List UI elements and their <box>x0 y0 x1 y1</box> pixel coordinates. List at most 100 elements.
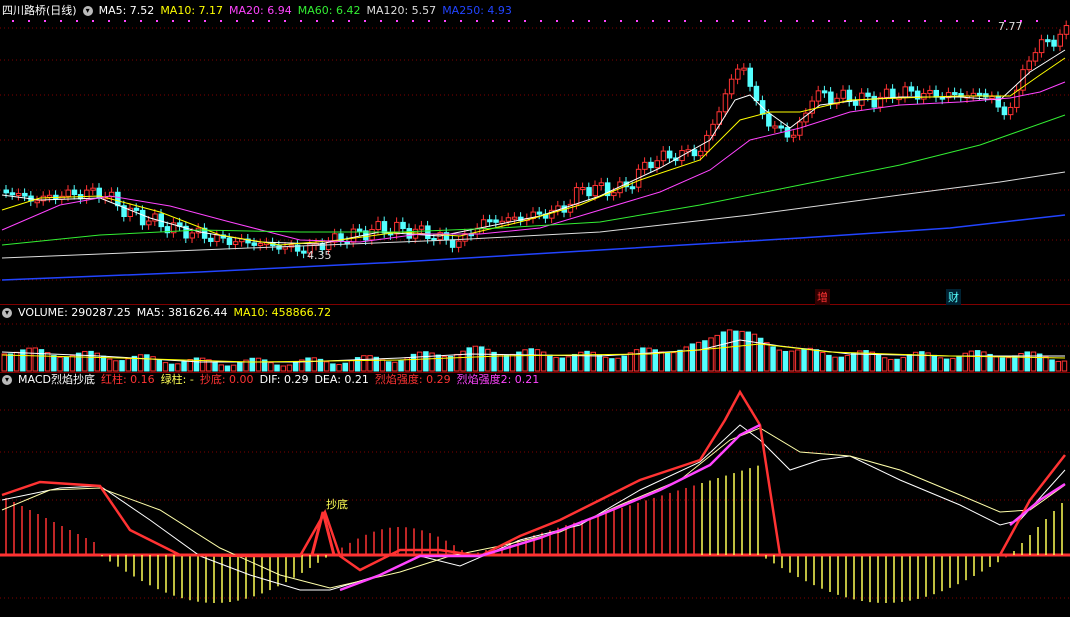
dropdown-icon[interactable]: ▾ <box>82 6 93 16</box>
volume-bar <box>1036 353 1043 372</box>
ma60-label: MA60: 6.42 <box>297 4 361 17</box>
signal-dot <box>892 20 894 22</box>
candle-body <box>46 194 53 198</box>
volume-bar <box>106 358 113 372</box>
candle-body <box>356 228 363 232</box>
signal-dot <box>764 20 766 22</box>
signal-dot <box>428 20 430 22</box>
stock-title[interactable]: 四川路桥(日线) <box>2 4 77 17</box>
volume-bar <box>113 360 119 372</box>
signal-dot <box>844 20 846 22</box>
event-marker-finance[interactable]: 财 <box>946 289 961 305</box>
volume-bar <box>788 350 795 372</box>
signal-dot <box>540 20 542 22</box>
signal-dot <box>124 20 126 22</box>
volume-bar <box>255 357 262 372</box>
candle-body <box>400 221 406 230</box>
candle-body <box>778 125 784 129</box>
volume-bar <box>398 360 404 372</box>
signal-dot <box>444 20 446 22</box>
macd-dif-label: DIF: 0.29 <box>259 373 309 386</box>
candle-body <box>821 90 828 94</box>
buy-signal-spike <box>310 511 336 556</box>
volume-bar <box>224 365 231 372</box>
ma120-label: MA120: 5.57 <box>366 4 437 17</box>
volume-bar <box>633 349 640 372</box>
dropdown-icon[interactable]: ▾ <box>2 375 12 385</box>
candle-body <box>952 92 958 96</box>
volume-bar <box>974 350 981 372</box>
candle-body <box>375 221 381 231</box>
volume-bar <box>392 361 398 372</box>
candle-body <box>257 243 264 247</box>
volume-bar <box>745 331 751 372</box>
dropdown-icon[interactable]: ▾ <box>2 308 12 318</box>
volume-bar <box>751 333 758 372</box>
signal-dot <box>140 20 142 22</box>
candle-body <box>890 88 896 99</box>
signal-dot <box>940 20 942 22</box>
volume-bar <box>937 357 944 372</box>
volume-bar <box>993 356 999 372</box>
volume-bar <box>900 356 906 372</box>
volume-bar <box>230 364 237 372</box>
volume-bar <box>826 354 832 372</box>
volume-bar <box>342 362 348 372</box>
signal-dot <box>828 20 830 22</box>
signal-dot <box>92 20 94 22</box>
candle-body <box>1045 39 1051 43</box>
signal-dot <box>924 20 926 22</box>
pane-separator <box>0 304 1070 305</box>
volume-bar <box>950 357 956 372</box>
signal-dot <box>876 20 878 22</box>
volume-bar <box>640 347 646 372</box>
high-price-label: 7.77 <box>998 20 1023 33</box>
candle-body <box>629 186 636 190</box>
volume-bar <box>485 348 491 372</box>
signal-dot <box>812 20 814 22</box>
flame-strength-label: 烈焰强度: 0.29 <box>374 373 451 386</box>
signal-dot <box>620 20 622 22</box>
volume-bar <box>602 356 609 372</box>
signal-dot <box>588 20 590 22</box>
ma10-label: MA10: 7.17 <box>160 4 224 17</box>
volume-bar <box>931 354 937 372</box>
volume-bar <box>819 351 826 372</box>
candle-body <box>536 211 543 215</box>
signal-dot <box>732 20 734 22</box>
volume-bar <box>708 337 714 372</box>
volume-bar <box>1030 351 1037 372</box>
volume-bar <box>807 347 813 372</box>
volume-bar <box>1049 359 1055 372</box>
candle-body <box>505 217 512 222</box>
event-marker-increase[interactable]: 增 <box>815 289 830 305</box>
volume-bar <box>268 362 274 372</box>
candle-body <box>34 200 40 204</box>
volume-bar <box>367 355 373 372</box>
candle-body <box>908 86 915 92</box>
signal-dot <box>604 20 606 22</box>
volume-bar <box>57 356 63 372</box>
signal-dot <box>12 20 14 22</box>
volume-bar <box>528 348 534 372</box>
ma20-label: MA20: 6.94 <box>229 4 292 17</box>
signal-dot <box>380 20 382 22</box>
volume-bar <box>44 352 51 372</box>
volume-bar <box>466 347 472 372</box>
candle-body <box>350 228 357 243</box>
signal-dot <box>492 20 494 22</box>
volume-bar <box>888 358 894 372</box>
volume-bar <box>509 353 516 372</box>
candle-body <box>369 229 375 241</box>
candle-body <box>772 125 778 129</box>
candle-body <box>580 187 586 191</box>
signal-dot <box>76 20 78 22</box>
signal-dot <box>396 20 398 22</box>
signal-dot <box>108 20 110 22</box>
signal-dot <box>572 20 574 22</box>
candle-body <box>487 219 493 223</box>
volume-bar <box>739 330 745 372</box>
volume-bar <box>596 354 603 372</box>
volume-bar <box>776 349 782 372</box>
volume-bar <box>726 329 733 372</box>
